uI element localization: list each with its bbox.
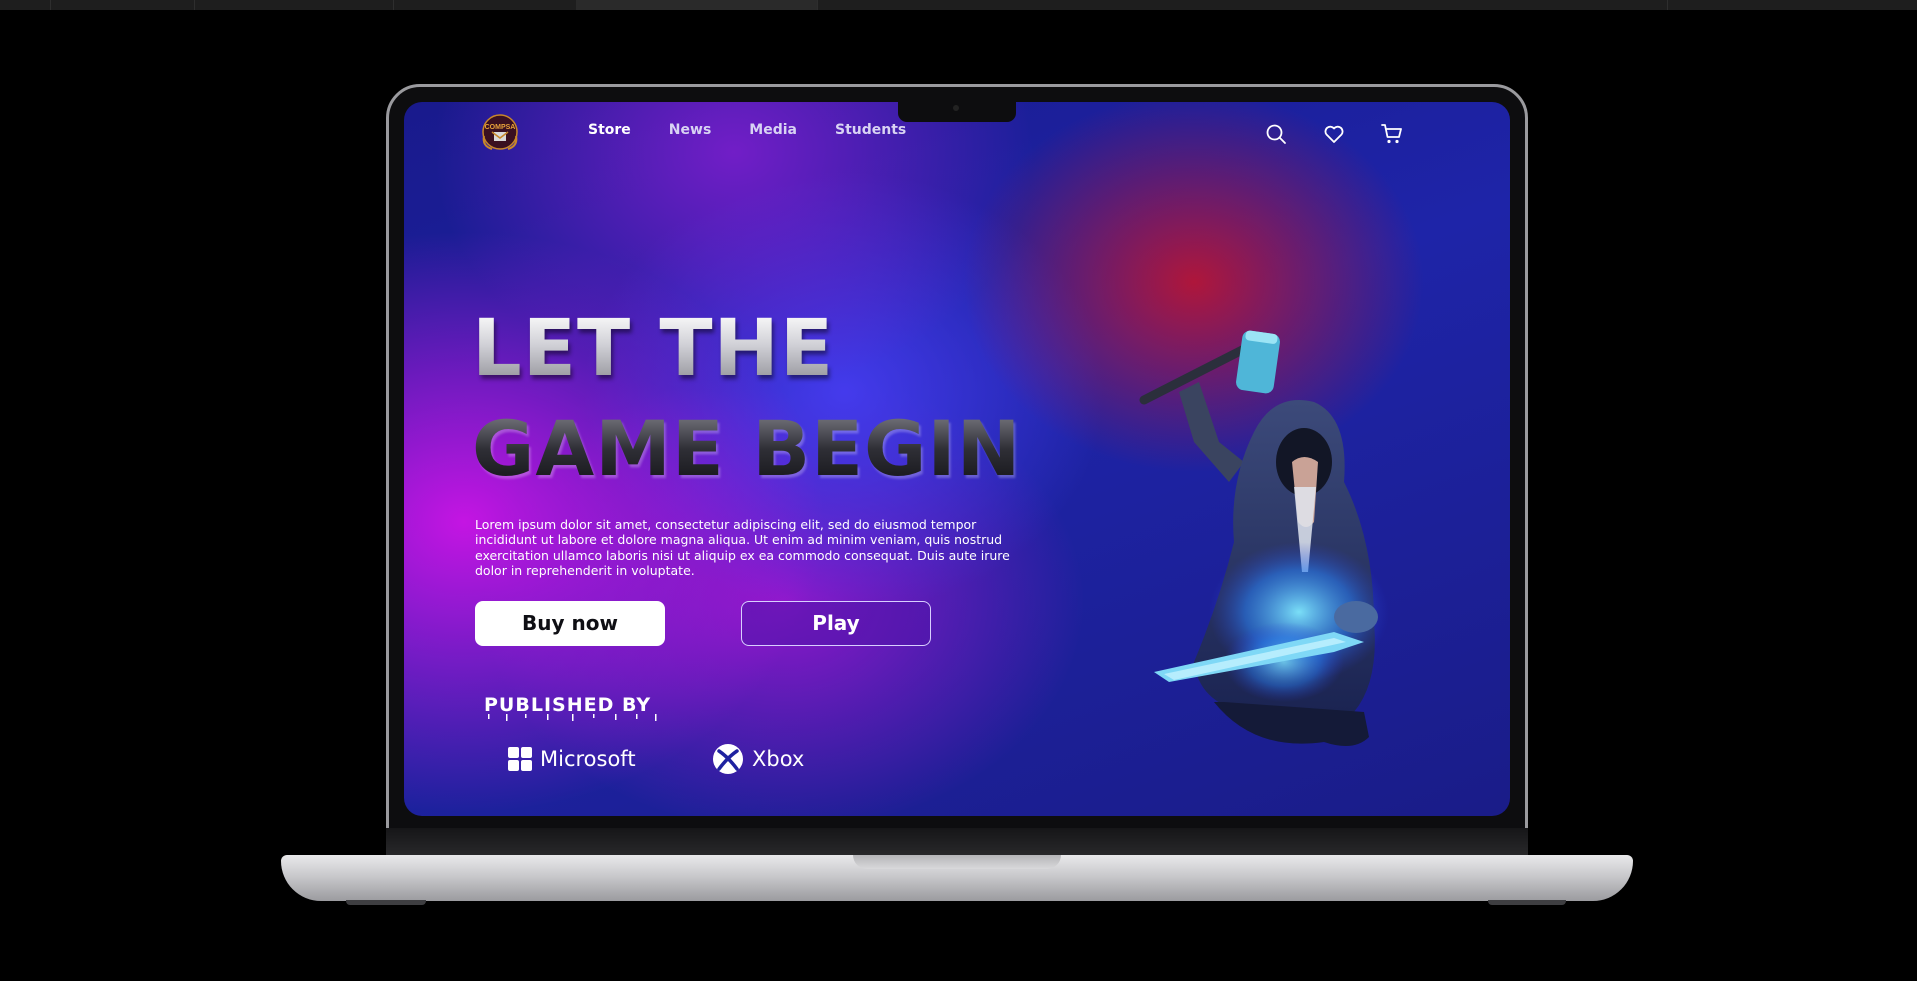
laptop-base-notch xyxy=(853,855,1061,869)
laptop-screen: COMPSA Store News Media Students LET THE… xyxy=(404,102,1510,816)
main-nav: Store News Media Students xyxy=(588,122,944,138)
site-logo[interactable]: COMPSA xyxy=(478,112,522,152)
laptop-foot xyxy=(1488,900,1566,905)
publisher-name: Microsoft xyxy=(540,747,636,771)
publisher-microsoft[interactable]: Microsoft xyxy=(508,742,636,776)
editor-top-bar xyxy=(0,0,1917,10)
editor-tab-active[interactable] xyxy=(576,0,818,10)
cart-icon[interactable] xyxy=(1380,122,1404,146)
nav-item-media[interactable]: Media xyxy=(749,122,797,138)
editor-tab[interactable] xyxy=(0,0,51,10)
hero-title-line-1: LET THE xyxy=(472,304,835,394)
publisher-xbox[interactable]: Xbox xyxy=(712,742,804,776)
laptop-hinge xyxy=(386,828,1528,858)
editor-tab[interactable] xyxy=(393,0,577,10)
camera-notch xyxy=(898,102,1016,122)
editor-tab[interactable] xyxy=(50,0,195,10)
nav-item-news[interactable]: News xyxy=(669,122,711,138)
microsoft-logo-icon xyxy=(508,747,532,771)
logo-emblem-icon xyxy=(482,114,518,150)
xbox-logo-icon xyxy=(713,744,743,774)
laptop-base xyxy=(281,855,1633,901)
hero-title-line-2: GAME BEGIN xyxy=(472,404,1022,493)
published-by-heading: PUBLISHED BY xyxy=(484,694,652,716)
editor-tab[interactable] xyxy=(194,0,394,10)
nav-item-students[interactable]: Students xyxy=(835,122,906,138)
search-icon[interactable] xyxy=(1264,122,1288,146)
hero-description: Lorem ipsum dolor sit amet, consectetur … xyxy=(475,516,1010,579)
editor-tab[interactable] xyxy=(817,0,1668,10)
logo-text: COMPSA xyxy=(484,124,516,131)
dripping-text-decoration xyxy=(488,714,657,721)
play-button[interactable]: Play xyxy=(741,601,931,646)
hooded-warrior-illustration xyxy=(1139,330,1389,746)
laptop-foot xyxy=(346,900,426,905)
camera-icon xyxy=(953,105,959,111)
heart-icon[interactable] xyxy=(1322,122,1346,146)
buy-now-button[interactable]: Buy now xyxy=(475,601,665,646)
nav-item-store[interactable]: Store xyxy=(588,122,631,138)
publisher-name: Xbox xyxy=(752,747,805,771)
